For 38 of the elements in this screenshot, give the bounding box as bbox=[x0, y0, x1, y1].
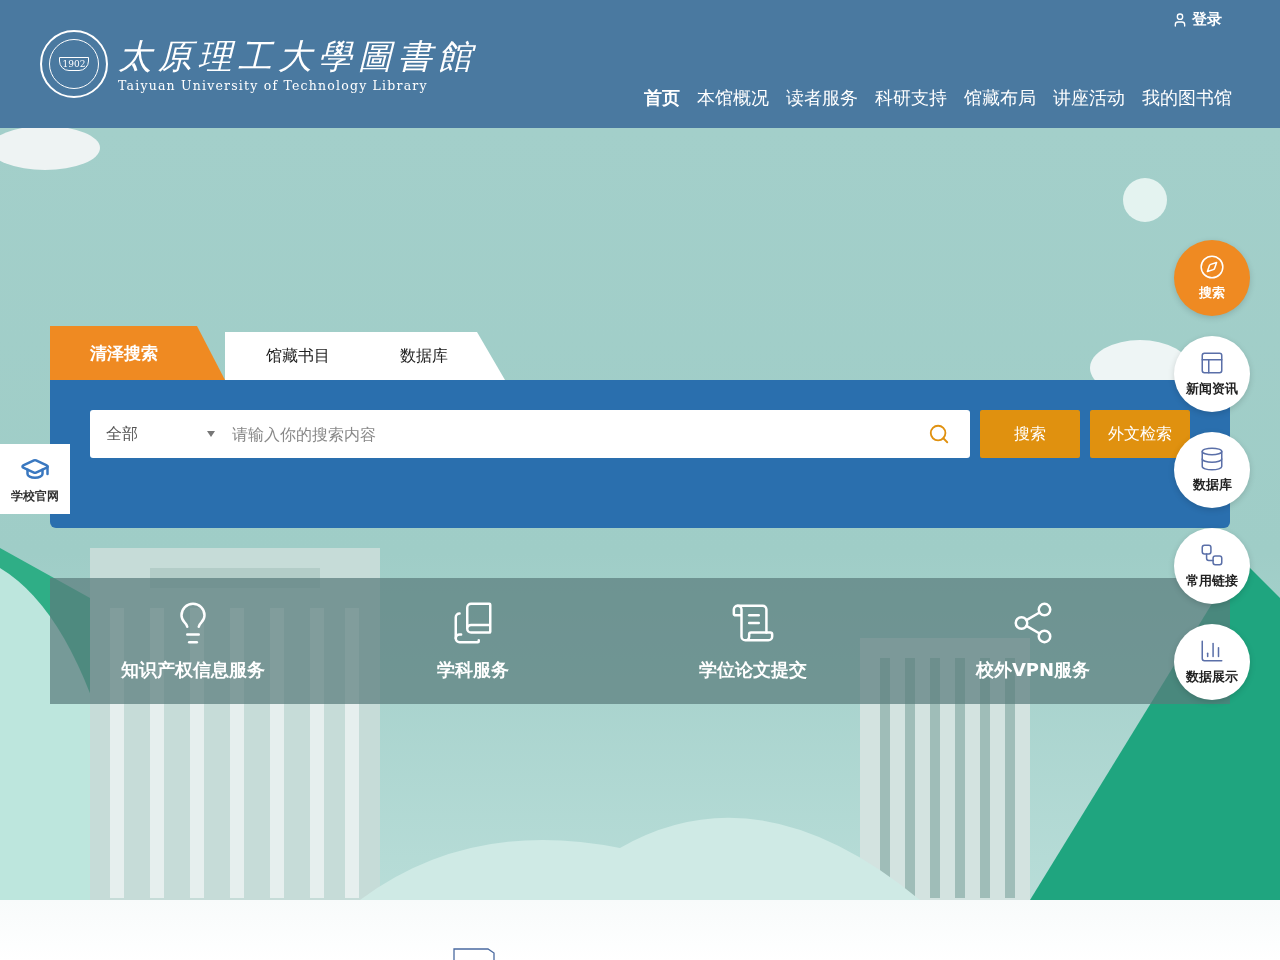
bar-chart-icon bbox=[1199, 638, 1225, 664]
search-tab[interactable]: 馆藏书目 bbox=[225, 332, 370, 380]
library-subtitle: Taiyuan University of Technology Library bbox=[118, 77, 429, 93]
side-menu-button[interactable]: 搜索 bbox=[1174, 240, 1250, 316]
nav-link[interactable]: 首页 bbox=[644, 86, 680, 110]
nav-link[interactable]: 读者服务 bbox=[786, 86, 858, 110]
school-website-link[interactable]: 学校官网 bbox=[0, 444, 70, 514]
side-menu-button[interactable]: 新闻资讯 bbox=[1174, 336, 1250, 412]
service-link[interactable]: 学位论文提交 bbox=[618, 578, 898, 704]
service-link[interactable]: 知识产权信息服务 bbox=[58, 578, 338, 704]
nav-link[interactable]: 本馆概况 bbox=[697, 86, 769, 110]
nav-link[interactable]: 馆藏布局 bbox=[964, 86, 1036, 110]
search-field[interactable]: 全部 请输入你的搜索内容 bbox=[90, 410, 970, 458]
login-link[interactable]: 登录 bbox=[1172, 10, 1222, 29]
service-label: 学科服务 bbox=[437, 658, 509, 682]
library-title: 太原理工大學圖書館 bbox=[118, 35, 478, 76]
news-icon bbox=[1199, 350, 1225, 376]
caret-icon bbox=[206, 431, 216, 437]
search-icon bbox=[928, 423, 950, 445]
side-menu-button[interactable]: 常用链接 bbox=[1174, 528, 1250, 604]
nav-link[interactable]: 讲座活动 bbox=[1053, 86, 1125, 110]
service-label: 校外VPN服务 bbox=[975, 658, 1091, 682]
compass-icon bbox=[1199, 254, 1225, 280]
search-button[interactable]: 外文检索 bbox=[1090, 410, 1190, 458]
search-button[interactable]: 搜索 bbox=[980, 410, 1080, 458]
service-link[interactable]: 学科服务 bbox=[338, 578, 618, 704]
service-label: 学位论文提交 bbox=[699, 658, 807, 682]
seal-year: 1902 bbox=[58, 57, 90, 71]
nav-link[interactable]: 我的图书馆 bbox=[1142, 86, 1232, 110]
search-tab[interactable]: 数据库 bbox=[370, 332, 505, 380]
link-icon bbox=[1199, 542, 1225, 568]
nav-link[interactable]: 科研支持 bbox=[875, 86, 947, 110]
document-icon bbox=[453, 948, 497, 960]
service-label: 知识产权信息服务 bbox=[121, 658, 265, 682]
user-icon bbox=[1172, 11, 1188, 28]
database-icon bbox=[1199, 446, 1225, 472]
search-tab[interactable]: 清泽搜索 bbox=[50, 326, 225, 380]
scope-dropdown[interactable]: 全部 bbox=[106, 423, 216, 445]
